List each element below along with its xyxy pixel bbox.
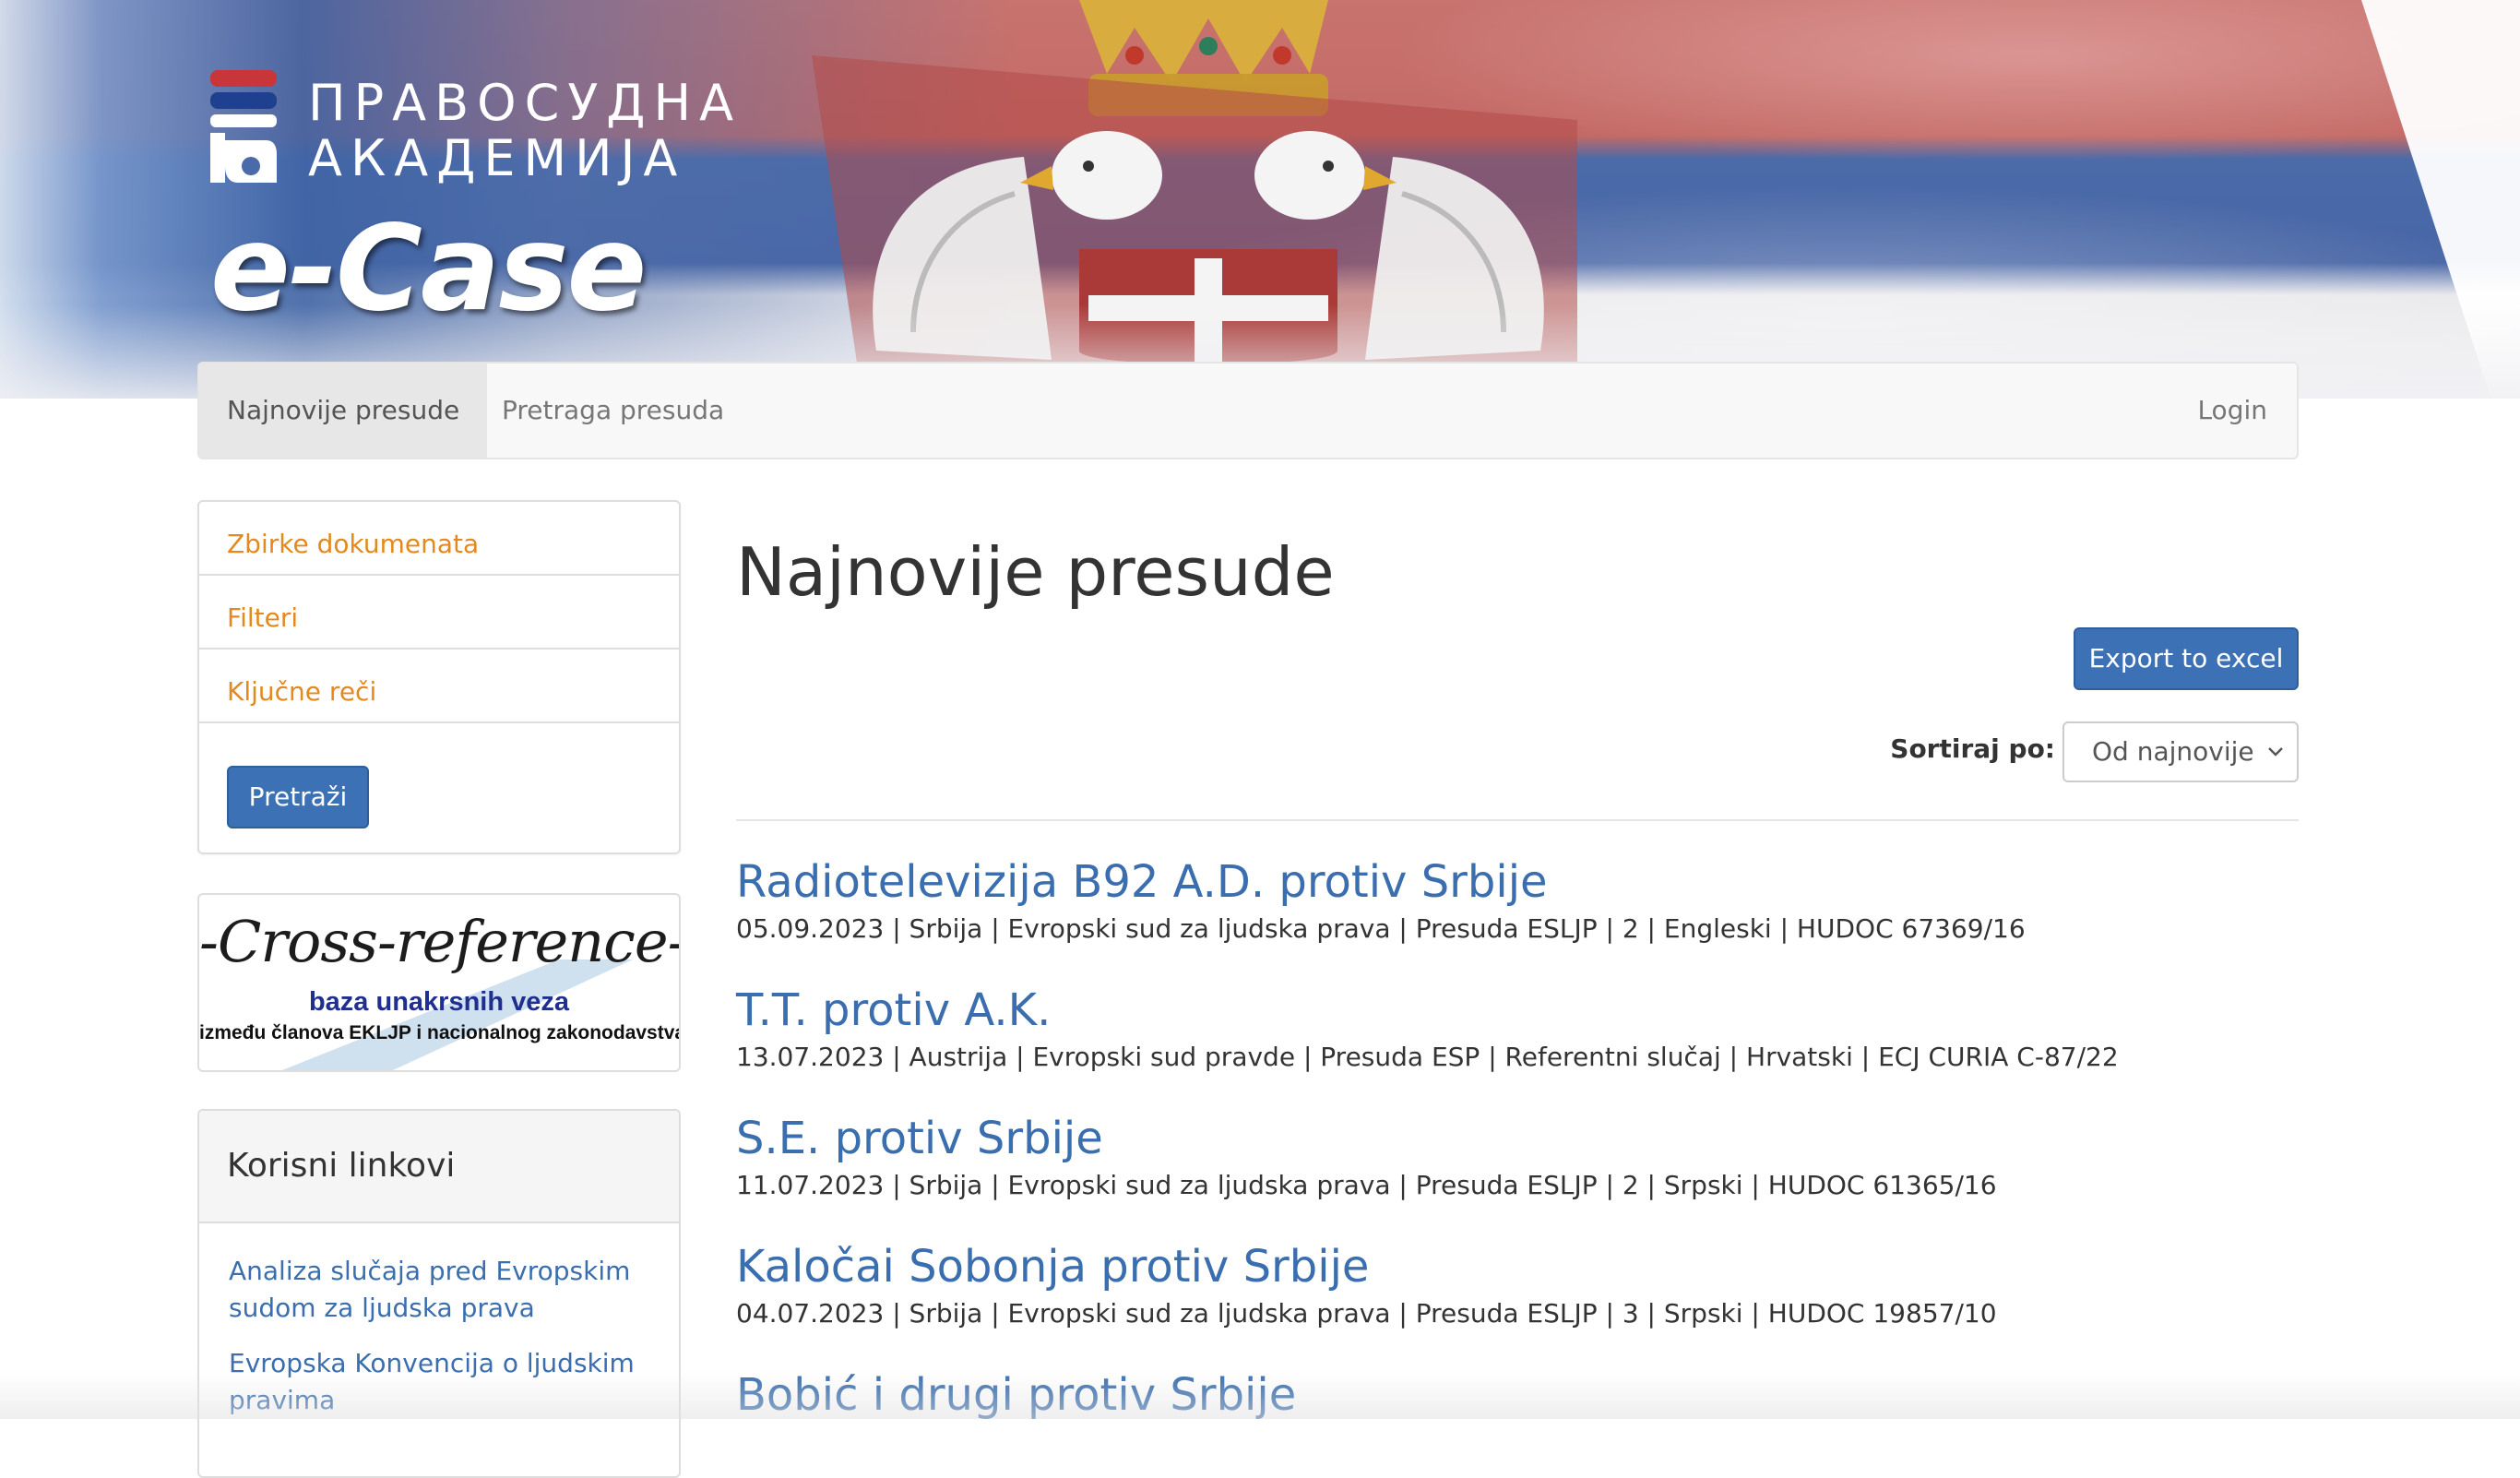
logo-wordmark: ПРАВОСУДНА АКАДЕМИЈА bbox=[308, 76, 742, 186]
keywords-link[interactable]: Ključne reči bbox=[199, 650, 679, 723]
cross-reference-title: -Cross-reference- bbox=[199, 908, 681, 975]
document-collections-link[interactable]: Zbirke dokumenata bbox=[199, 502, 679, 576]
cross-reference-caption: između članova EKLJP i nacionalnog zakon… bbox=[199, 1022, 681, 1043]
useful-link-case-analysis[interactable]: Analiza slučaja pred Evropskim sudom za … bbox=[229, 1253, 653, 1327]
list-item: S.E. protiv Srbije 11.07.2023 | Srbija |… bbox=[736, 1109, 2299, 1203]
logo-line-1: ПРАВОСУДНА bbox=[308, 74, 743, 132]
sort-select-value: Od najnovije bbox=[2092, 736, 2254, 767]
useful-links-heading: Korisni linkovi bbox=[199, 1111, 679, 1223]
case-metadata: 04.07.2023 | Srbija | Evropski sud za lj… bbox=[736, 1298, 1997, 1329]
case-metadata: 11.07.2023 | Srbija | Evropski sud za lj… bbox=[736, 1170, 1997, 1200]
app-title: e-Case bbox=[210, 200, 647, 338]
case-title-link[interactable]: S.E. protiv Srbije bbox=[736, 1109, 2299, 1168]
case-title-link[interactable]: Kaločai Sobonja protiv Srbije bbox=[736, 1237, 2299, 1296]
cross-reference-banner[interactable]: -Cross-reference- baza unakrsnih veza iz… bbox=[197, 893, 681, 1072]
list-item: T.T. protiv A.K. 13.07.2023 | Austrija |… bbox=[736, 981, 2299, 1075]
sort-select[interactable]: Od najnovije bbox=[2062, 721, 2299, 782]
chevron-down-icon bbox=[2268, 747, 2283, 757]
export-excel-button[interactable]: Export to excel bbox=[2074, 627, 2299, 690]
list-item: Bobić i drugi protiv Srbije bbox=[736, 1365, 2299, 1424]
logo-line-2: АКАДЕМИЈА bbox=[308, 129, 686, 187]
list-item: Radiotelevizija B92 A.D. protiv Srbije 0… bbox=[736, 852, 2299, 947]
filters-link[interactable]: Filteri bbox=[199, 576, 679, 650]
case-title-link[interactable]: Bobić i drugi protiv Srbije bbox=[736, 1365, 2299, 1424]
header-banner: ПРАВОСУДНА АКАДЕМИЈА e-Case bbox=[0, 0, 2520, 399]
cross-reference-subtitle: baza unakrsnih veza bbox=[308, 987, 570, 1017]
useful-link-human-rights-convention[interactable]: Evropska Konvencija o ljudskim pravima bbox=[229, 1345, 653, 1419]
page-title: Najnovije presude bbox=[736, 533, 1335, 611]
main-navbar: Najnovije presude Pretraga presuda Login bbox=[197, 362, 2299, 459]
content-divider bbox=[736, 819, 2299, 821]
list-item: Kaločai Sobonja protiv Srbije 04.07.2023… bbox=[736, 1237, 2299, 1331]
search-button[interactable]: Pretraži bbox=[227, 766, 369, 828]
filter-panel: Zbirke dokumenata Filteri Ključne reči P… bbox=[197, 500, 681, 854]
case-title-link[interactable]: T.T. protiv A.K. bbox=[736, 981, 2299, 1040]
nav-search-judgments[interactable]: Pretraga presuda bbox=[474, 364, 752, 458]
nav-latest-judgments[interactable]: Najnovije presude bbox=[199, 364, 488, 458]
case-metadata: 05.09.2023 | Srbija | Evropski sud za lj… bbox=[736, 913, 2026, 944]
pravosudna-akademija-logo-icon bbox=[210, 70, 277, 183]
sort-label: Sortiraj po: bbox=[1890, 733, 2055, 764]
useful-links-panel: Korisni linkovi Analiza slučaja pred Evr… bbox=[197, 1109, 681, 1478]
case-metadata: 13.07.2023 | Austrija | Evropski sud pra… bbox=[736, 1042, 2119, 1072]
login-link[interactable]: Login bbox=[2169, 364, 2295, 458]
case-title-link[interactable]: Radiotelevizija B92 A.D. protiv Srbije bbox=[736, 852, 2299, 912]
